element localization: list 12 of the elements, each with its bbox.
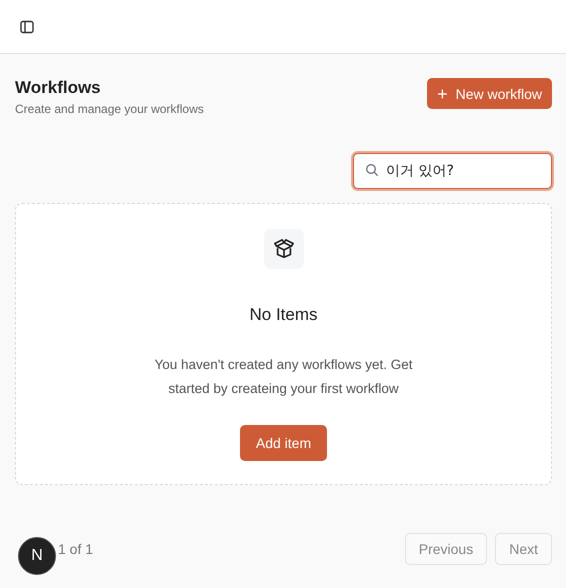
page-title: Workflows xyxy=(15,78,102,98)
empty-description: You haven't created any workflows yet. Get started by createing your first workflow xyxy=(154,356,414,398)
empty-title: No Items xyxy=(249,305,318,325)
page-indicator: 1 of 1 xyxy=(58,541,94,557)
search-icon xyxy=(365,163,379,177)
new-workflow-button[interactable]: + New workflow xyxy=(427,78,552,109)
search-field[interactable]: 이거 있어? xyxy=(353,153,552,189)
sidebar-icon xyxy=(19,18,35,34)
box-icon xyxy=(264,229,304,269)
page-subtitle: Create and manage your workflows xyxy=(15,102,204,116)
add-item-button[interactable]: Add item xyxy=(240,425,328,461)
dev-badge[interactable]: N xyxy=(18,537,56,575)
